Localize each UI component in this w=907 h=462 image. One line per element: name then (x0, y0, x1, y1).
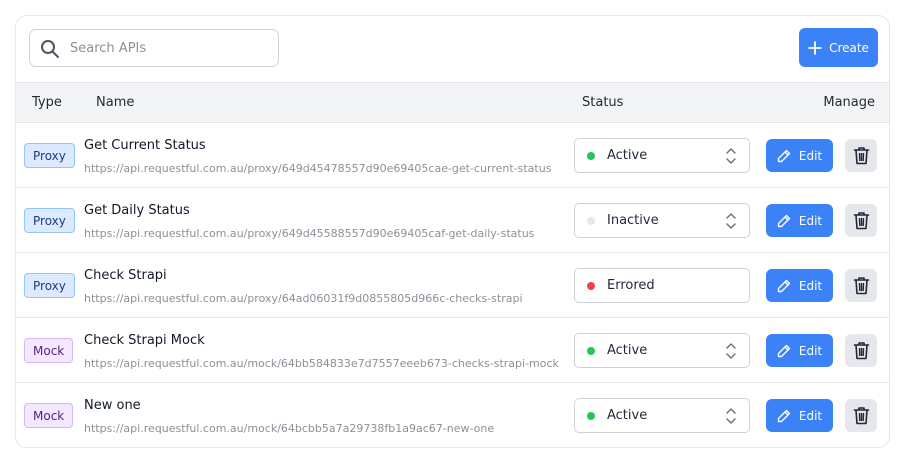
trash-icon (853, 212, 869, 230)
status-value: Errored (607, 278, 655, 293)
delete-button[interactable] (845, 334, 877, 367)
pencil-icon (777, 149, 791, 162)
table-row: Mock New one https://api.requestful.com.… (16, 383, 889, 447)
pencil-icon (777, 409, 791, 422)
delete-button[interactable] (845, 204, 877, 237)
type-badge: Proxy (24, 143, 75, 168)
pencil-icon (777, 344, 791, 357)
table-row: Proxy Get Current Status https://api.req… (16, 123, 889, 188)
api-name[interactable]: Check Strapi (84, 268, 167, 283)
status-value: Active (607, 408, 648, 423)
edit-button[interactable]: Edit (766, 269, 833, 302)
api-url: https://api.requestful.com.au/proxy/64ad… (84, 292, 523, 305)
pencil-icon (777, 279, 791, 292)
api-url: https://api.requestful.com.au/proxy/649d… (84, 227, 535, 240)
type-badge: Proxy (24, 273, 75, 298)
status-value: Inactive (607, 213, 659, 228)
edit-button-label: Edit (798, 213, 823, 228)
search-box[interactable] (29, 29, 279, 67)
api-name[interactable]: Get Current Status (84, 138, 206, 153)
edit-button-label: Edit (798, 148, 823, 163)
status-dot (587, 412, 595, 420)
chevron-up-down-icon (726, 148, 736, 164)
edit-button[interactable]: Edit (766, 334, 833, 367)
table-header: Type Name Status Manage (16, 82, 889, 123)
api-list-card: Create Type Name Status Manage Proxy Get… (15, 15, 890, 448)
trash-icon (853, 147, 869, 165)
status-select[interactable]: Inactive (574, 203, 750, 238)
chevron-up-down-icon (726, 213, 736, 229)
trash-icon (853, 277, 869, 295)
api-url: https://api.requestful.com.au/mock/64bcb… (84, 422, 495, 435)
status-dot (587, 217, 595, 225)
trash-icon (853, 407, 869, 425)
column-header-name: Name (96, 95, 135, 110)
edit-button[interactable]: Edit (766, 139, 833, 172)
api-url: https://api.requestful.com.au/proxy/649d… (84, 162, 552, 175)
status-select[interactable]: Active (574, 138, 750, 173)
edit-button-label: Edit (798, 343, 823, 358)
type-badge: Mock (24, 403, 74, 428)
status-value: Active (607, 343, 648, 358)
status-select[interactable]: Active (574, 398, 750, 433)
edit-button-label: Edit (798, 408, 823, 423)
edit-button-label: Edit (798, 278, 823, 293)
chevron-up-down-icon (726, 408, 736, 424)
type-badge: Proxy (24, 208, 75, 233)
plus-icon (808, 40, 822, 55)
api-name[interactable]: Check Strapi Mock (84, 333, 205, 348)
status-select[interactable]: Active (574, 333, 750, 368)
table-row: Proxy Get Daily Status https://api.reque… (16, 188, 889, 253)
edit-button[interactable]: Edit (766, 399, 833, 432)
type-badge: Mock (24, 338, 74, 363)
chevron-up-down-icon (726, 343, 736, 359)
create-button[interactable]: Create (799, 28, 878, 67)
table-row: Mock Check Strapi Mock https://api.reque… (16, 318, 889, 383)
api-name[interactable]: New one (84, 398, 141, 413)
edit-button[interactable]: Edit (766, 204, 833, 237)
status-select[interactable]: Errored (574, 268, 750, 303)
status-dot (587, 347, 595, 355)
api-name[interactable]: Get Daily Status (84, 203, 190, 218)
column-header-type: Type (32, 95, 62, 110)
status-dot (587, 152, 595, 160)
search-input[interactable] (70, 30, 270, 66)
trash-icon (853, 342, 869, 360)
status-value: Active (607, 148, 648, 163)
column-header-status: Status (582, 95, 624, 110)
create-button-label: Create (829, 40, 869, 55)
pencil-icon (777, 214, 791, 227)
status-dot (587, 282, 595, 290)
table-row: Proxy Check Strapi https://api.requestfu… (16, 253, 889, 318)
delete-button[interactable] (845, 399, 877, 432)
column-header-manage: Manage (823, 95, 875, 110)
api-url: https://api.requestful.com.au/mock/64bb5… (84, 357, 559, 370)
search-icon (41, 40, 59, 58)
delete-button[interactable] (845, 139, 877, 172)
delete-button[interactable] (845, 269, 877, 302)
